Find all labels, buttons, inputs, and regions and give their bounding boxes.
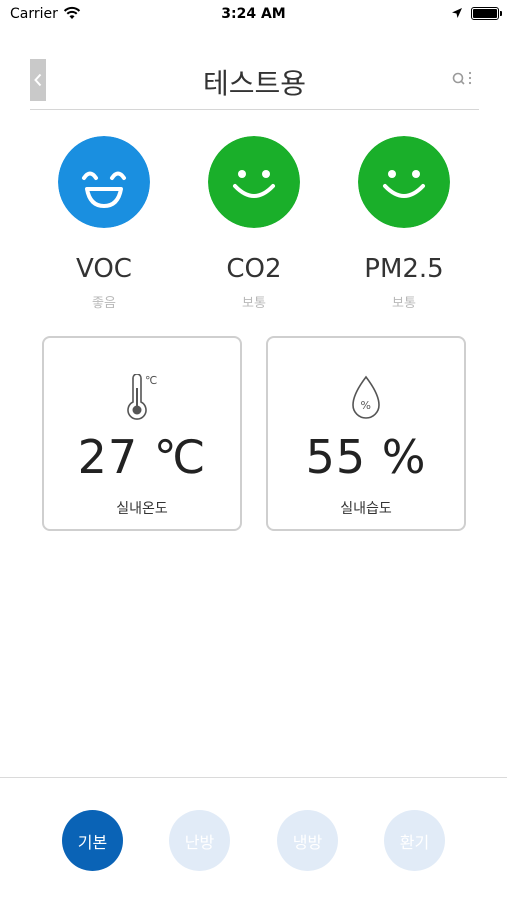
mode-bar: 기본 난방 냉방 환기 [0, 777, 507, 900]
header: 테스트용 [30, 50, 479, 110]
mode-heating-button[interactable]: 난방 [169, 810, 230, 871]
aq-name: PM2.5 [364, 254, 444, 284]
aq-item-voc: VOC 좋음 [44, 136, 164, 311]
aq-status: 보통 [242, 296, 266, 311]
mode-basic-button[interactable]: 기본 [62, 810, 123, 871]
page-title: 테스트용 [202, 67, 307, 100]
thermometer-icon: ℃ [127, 373, 157, 420]
humidity-value: 55 % [305, 430, 427, 484]
thermometer-unit-label: ℃ [145, 374, 157, 387]
aq-name: VOC [76, 254, 132, 284]
aq-name: CO2 [226, 254, 282, 284]
smiling-face-icon [358, 136, 450, 228]
smiling-face-icon [208, 136, 300, 228]
temperature-value: 27 ℃ [77, 430, 207, 484]
temperature-card: ℃ 27 ℃ 실내온도 [42, 336, 242, 531]
aq-item-pm25: PM2.5 보통 [344, 136, 464, 311]
aq-item-co2: CO2 보통 [194, 136, 314, 311]
temperature-label: 실내온도 [116, 501, 168, 517]
location-arrow-icon [452, 8, 462, 18]
svg-text:%: % [361, 399, 371, 412]
aq-status: 좋음 [92, 296, 116, 311]
mode-ventilation-button[interactable]: 환기 [384, 810, 445, 871]
battery-icon [471, 7, 502, 20]
humidity-drop-icon: % [352, 375, 380, 419]
humidity-label: 실내습도 [340, 501, 392, 517]
status-bar: Carrier 3:24 AM [0, 0, 507, 30]
search-icon[interactable] [451, 70, 475, 90]
aq-status: 보통 [392, 296, 416, 311]
status-time: 3:24 AM [221, 6, 286, 22]
mode-cooling-button[interactable]: 냉방 [277, 810, 338, 871]
humidity-card: % 55 % 실내습도 [266, 336, 466, 531]
laughing-face-icon [58, 136, 150, 228]
